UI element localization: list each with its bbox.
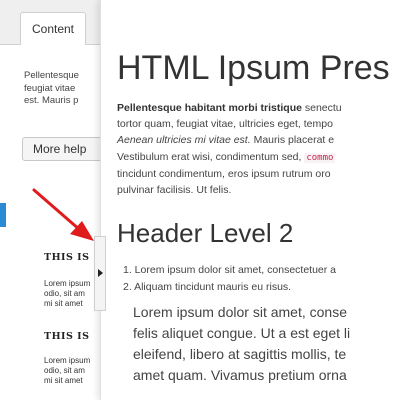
help-line: est. Mauris p (24, 95, 79, 106)
intro-text: Vestibulum erat wisi, condimentum sed, (117, 150, 305, 163)
list-item: 2. Aliquam tincidunt mauris eu risus. (123, 281, 292, 293)
intro-text: senectu (301, 102, 342, 114)
intro-line: Vestibulum erat wisi, condimentum sed, c… (117, 149, 342, 166)
editor-screen: Content Pellentesque feugiat vitae est. … (0, 0, 400, 400)
bold-text: Pellentesque habitant morbi tristique (117, 102, 302, 114)
page-title: HTML Ipsum Pres (117, 49, 390, 87)
blockquote-line: felis aliquet congue. Ut a est eget li (133, 325, 351, 341)
blockquote-line: eleifend, libero at sagittis mollis, te (133, 346, 347, 362)
active-indicator (0, 203, 6, 227)
editor-line: mi sit amet (44, 299, 83, 308)
ordered-list: 1. Lorem ipsum dolor sit amet, consectet… (123, 262, 336, 296)
editor-text-block: Lorem ipsum odio, sit am mi sit amet (44, 279, 90, 309)
blockquote-line: amet quam. Vivamus pretium orna (133, 367, 347, 383)
help-line: feugiat vitae (24, 82, 76, 94)
more-help-button[interactable]: More help (22, 137, 104, 161)
inline-code: commo (304, 152, 336, 163)
intro-line: Pellentesque habitant morbi tristique se… (117, 100, 342, 116)
intro-line: Aenean ultricies mi vitae est. Mauris pl… (117, 132, 342, 148)
editor-text-block: Lorem ipsum odio, sit am mi sit amet (44, 356, 90, 386)
editor-heading: THIS IS (44, 331, 90, 342)
tab-content[interactable]: Content (20, 12, 86, 45)
list-item: 1. Lorem ipsum dolor sit amet, consectet… (123, 264, 337, 276)
preview-panel: HTML Ipsum Pres Pellentesque habitant mo… (100, 0, 400, 400)
editor-line: Lorem ipsum (44, 279, 91, 288)
header-level-2: Header Level 2 (117, 218, 294, 248)
tab-bar: Content (0, 0, 104, 45)
intro-line: pulvinar facilisis. Ut felis. (117, 184, 232, 197)
intro-text: Mauris placerat e (250, 134, 335, 147)
editor-sidebar: Content Pellentesque feugiat vitae est. … (0, 0, 104, 400)
editor-line: odio, sit am (44, 289, 85, 298)
help-line: Pellentesque (24, 70, 79, 81)
intro-line: tincidunt condimentum, eros ipsum rutrum… (117, 167, 331, 180)
editor-heading: THIS IS (44, 252, 90, 263)
editor-line: odio, sit am (44, 366, 85, 375)
editor-line: Lorem ipsum (44, 356, 91, 365)
collapse-toggle-button[interactable] (94, 236, 106, 311)
intro-paragraph: Pellentesque habitant morbi tristique se… (117, 100, 342, 198)
triangle-right-icon (98, 269, 103, 277)
blockquote: Lorem ipsum dolor sit amet, conse felis … (133, 302, 350, 386)
emphasis-text: Aenean ultricies mi vitae est. (117, 134, 251, 147)
help-paragraph: Pellentesque feugiat vitae est. Mauris p (24, 70, 104, 108)
blockquote-line: Lorem ipsum dolor sit amet, conse (133, 304, 347, 320)
intro-line: tortor quam, feugiat vitae, ultricies eg… (117, 118, 333, 131)
editor-line: mi sit amet (44, 376, 83, 385)
